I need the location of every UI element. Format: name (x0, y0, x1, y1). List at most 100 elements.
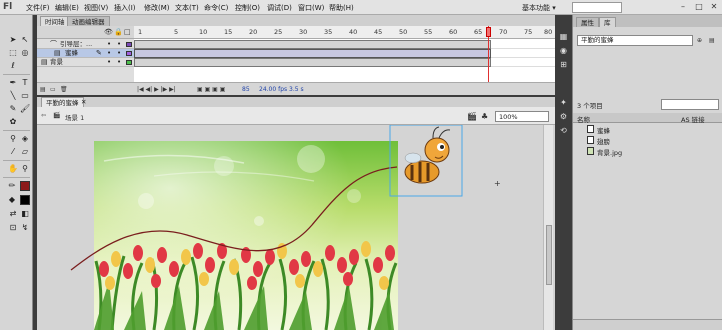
swatches-icon[interactable]: ◉ (558, 45, 569, 56)
outline-icon[interactable]: □ (124, 28, 131, 36)
library-search-input[interactable] (661, 99, 719, 110)
3d-rotation-icon[interactable]: ◎ (20, 48, 30, 58)
layer-bee[interactable]: ▤ 蜜蜂 ✎ • • (37, 49, 134, 58)
elapsed-time: 3.5 s (289, 86, 304, 93)
scene-icon: 🎬 (53, 112, 61, 119)
menu-commands[interactable]: 命令(C) (204, 3, 228, 13)
motion-presets-icon[interactable]: ⟲ (558, 125, 569, 136)
deco-tool-icon[interactable]: ✿ (8, 117, 18, 127)
crosshair-icon: + (494, 179, 501, 188)
column-name[interactable]: 名称 (577, 114, 590, 124)
subselection-tool-icon[interactable]: ↖ (20, 35, 30, 45)
movieclip-icon (587, 125, 594, 133)
new-library-icon[interactable]: ▤ (709, 37, 715, 44)
tab-timeline[interactable]: 时间轴 (40, 16, 70, 26)
selection-tool-icon[interactable]: ➤ (8, 35, 18, 45)
frame-row-bee (134, 49, 555, 58)
motion-guide-path (70, 166, 398, 271)
hand-tool-icon[interactable]: ✋ (8, 164, 18, 174)
timeline-panel: 时间轴 动画编辑器 👁 🔒 □ ⌒ 引导层：... • • ▤ 蜜蜂 ✎ • •… (37, 15, 555, 95)
black-white-icon[interactable]: ◧ (20, 209, 30, 219)
tab-library[interactable]: 库 (599, 17, 616, 27)
menu-edit[interactable]: 编辑(E) (55, 3, 79, 13)
menu-bar: Fl 文件(F) 编辑(E) 视图(V) 插入(I) 修改(M) 文本(T) 命… (0, 0, 722, 15)
playback-controls[interactable]: |◀ ◀| ▶ |▶ ▶| (137, 86, 176, 93)
stroke-color-swatch[interactable] (20, 181, 30, 191)
vertical-scrollbar[interactable] (543, 125, 553, 330)
playhead-handle[interactable] (486, 27, 491, 37)
transform-panel-icon[interactable]: ✦ (558, 97, 569, 108)
new-layer-icon[interactable]: ▤ (40, 86, 46, 93)
close-icon[interactable]: ✕ (709, 2, 719, 12)
menu-help[interactable]: 帮助(H) (329, 3, 354, 13)
bone-tool-icon[interactable]: ⚲ (8, 134, 18, 144)
menu-window[interactable]: 窗口(W) (298, 3, 324, 13)
collapsed-panels: ▦ ◉ ⊞ ✦ ⚙ ⟲ (555, 15, 572, 330)
menu-file[interactable]: 文件(F) (26, 3, 50, 13)
zoom-tool-icon[interactable]: ⚲ (20, 164, 30, 174)
frame-rate[interactable]: 24.00 fps (259, 86, 287, 93)
new-folder-icon[interactable]: ▭ (50, 86, 56, 93)
menu-insert[interactable]: 插入(I) (114, 3, 136, 13)
layer-icon: ▤ (54, 49, 61, 57)
menu-debug[interactable]: 调试(D) (267, 3, 292, 13)
timeline-controls: ▤ ▭ 🗑 |◀ ◀| ▶ |▶ ▶| ▣ ▣ ▣ ▣ 85 24.00 fps… (37, 82, 555, 95)
eraser-icon[interactable]: ▱ (20, 147, 30, 157)
free-transform-icon[interactable]: ⬚ (8, 48, 18, 58)
lasso-icon[interactable]: ℓ (8, 61, 18, 71)
flash-logo: Fl (3, 2, 13, 12)
onion-skin-icons[interactable]: ▣ ▣ ▣ ▣ (197, 86, 225, 93)
align-panel-icon[interactable]: ⊞ (558, 59, 569, 70)
fill-color-swatch[interactable] (20, 195, 30, 205)
tab-motion-editor[interactable]: 动画编辑器 (67, 16, 110, 26)
info-panel-icon[interactable]: ⚙ (558, 111, 569, 122)
eye-icon[interactable]: 👁 (104, 28, 113, 36)
tab-properties[interactable]: 属性 (576, 17, 599, 27)
color-panel-icon[interactable]: ▦ (558, 31, 569, 42)
pin-icon[interactable]: ⊕ (697, 37, 702, 44)
text-tool-icon[interactable]: T (20, 78, 30, 88)
workspace-switcher[interactable]: 基本功能 ▾ (522, 3, 556, 13)
swap-colors-icon[interactable]: ⇄ (8, 209, 18, 219)
menu-modify[interactable]: 修改(M) (144, 3, 170, 13)
pencil-tool-icon[interactable]: ✎ (8, 104, 18, 114)
menu-control[interactable]: 控制(O) (235, 3, 260, 13)
paint-bucket-icon[interactable]: ◈ (20, 134, 30, 144)
close-tab-icon[interactable]: ✕ (77, 97, 90, 107)
scrollbar-thumb[interactable] (546, 225, 552, 285)
zoom-select[interactable]: 100% (495, 111, 549, 122)
guide-layer-icon: ⌒ (50, 40, 57, 48)
edit-scene-icon[interactable]: 🎬 (467, 112, 477, 121)
layer-guide[interactable]: ⌒ 引导层：... • • (37, 40, 134, 49)
library-tabbar: 属性 库 (573, 15, 722, 27)
library-footer (573, 319, 722, 330)
back-arrow-icon[interactable]: ⇦ (41, 112, 46, 119)
scene-label[interactable]: 场景 1 (65, 112, 84, 122)
layer-background[interactable]: ▤ 背景 • • (37, 58, 134, 67)
column-linkage[interactable]: AS 链接 (681, 114, 705, 124)
smooth-icon[interactable]: ↯ (20, 223, 30, 233)
bee-bounding-box (389, 125, 463, 197)
help-search-input[interactable] (572, 2, 622, 13)
pen-tool-icon[interactable]: ✒ (8, 78, 18, 88)
rectangle-tool-icon[interactable]: ▭ (20, 91, 30, 101)
timeline-tabbar: 时间轴 动画编辑器 (37, 15, 555, 26)
line-tool-icon[interactable]: ╲ (8, 91, 18, 101)
library-document-select[interactable]: 平勤的蜜蜂 (577, 35, 693, 46)
brush-tool-icon[interactable]: 🖌 (20, 104, 30, 114)
item-count: 3 个项目 (577, 102, 603, 110)
snap-to-objects-icon[interactable]: ⊡ (8, 223, 18, 233)
frames-area[interactable]: 1 5 10 15 20 25 30 35 40 45 50 55 60 65 … (134, 26, 555, 82)
eyedropper-icon[interactable]: ⁄ (8, 147, 18, 157)
maximize-icon[interactable]: □ (694, 2, 704, 12)
menu-view[interactable]: 视图(V) (84, 3, 108, 13)
frame-span (134, 58, 491, 67)
minimize-icon[interactable]: – (678, 2, 688, 12)
delete-layer-icon[interactable]: 🗑 (60, 86, 68, 93)
current-frame[interactable]: 85 (242, 86, 250, 93)
frame-ruler[interactable]: 1 5 10 15 20 25 30 35 40 45 50 55 60 65 … (134, 26, 555, 39)
frame-row-guide (134, 40, 555, 49)
lock-icon[interactable]: 🔒 (114, 28, 123, 36)
menu-text[interactable]: 文本(T) (175, 3, 199, 13)
edit-symbol-icon[interactable]: ♣ (481, 112, 488, 121)
